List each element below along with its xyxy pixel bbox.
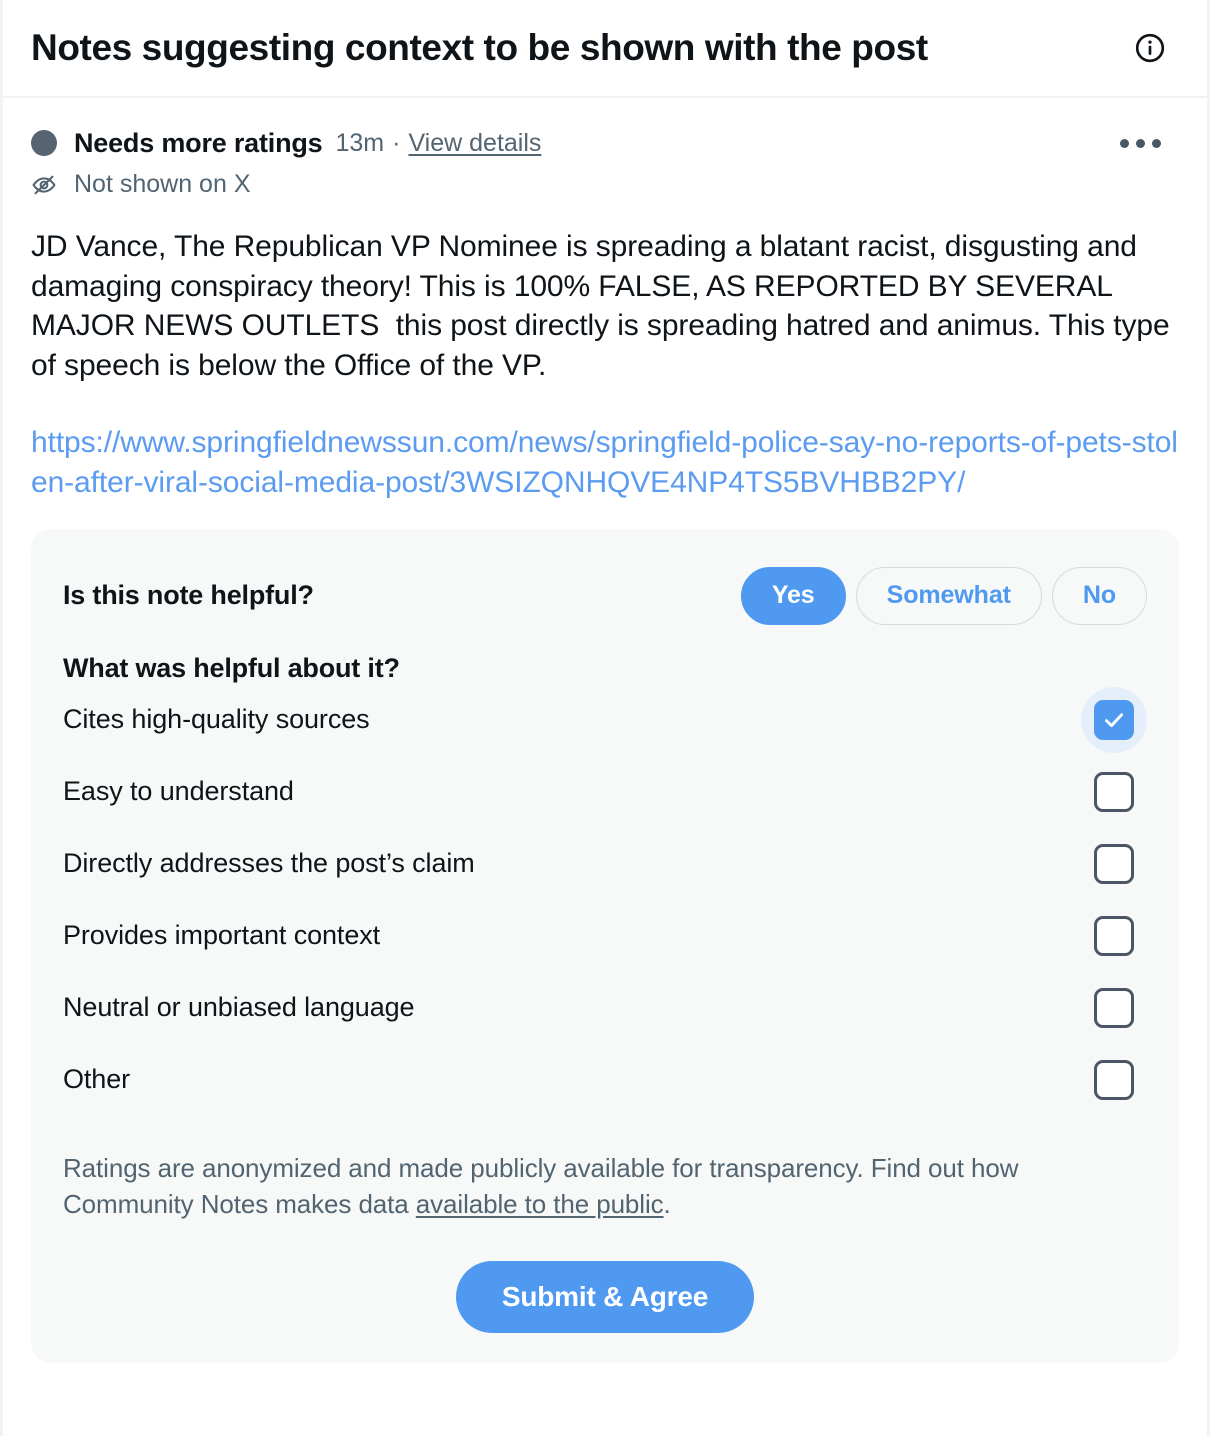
- disclaimer-text-part2: .: [663, 1189, 671, 1220]
- helpful-question-row: Is this note helpful? Yes Somewhat No: [63, 563, 1147, 629]
- reason-label: Other: [63, 1064, 131, 1095]
- status-dot-icon: [31, 130, 57, 156]
- status-badge: Needs more ratings: [74, 127, 323, 158]
- ratings-disclaimer: Ratings are anonymized and made publicly…: [63, 1150, 1147, 1224]
- reason-option-neutral-language[interactable]: Neutral or unbiased language: [63, 972, 1147, 1044]
- ellipsis-dot: [1152, 138, 1161, 148]
- reason-option-important-context[interactable]: Provides important context: [63, 900, 1147, 972]
- ellipsis-icon[interactable]: [1120, 138, 1179, 148]
- note-body-text: JD Vance, The Republican VP Nominee is s…: [31, 230, 1178, 382]
- reason-label: Directly addresses the post’s claim: [63, 848, 475, 879]
- checkbox-unchecked-icon: [1094, 843, 1134, 884]
- view-details-link[interactable]: View details: [408, 129, 541, 158]
- reason-checkbox-wrap[interactable]: [1081, 759, 1147, 825]
- reason-label: Easy to understand: [63, 776, 294, 807]
- checkbox-unchecked-icon: [1094, 987, 1134, 1028]
- helpful-question-label: Is this note helpful?: [63, 580, 314, 611]
- reasons-section-title: What was helpful about it?: [63, 652, 400, 683]
- reason-checkbox-wrap[interactable]: [1081, 686, 1147, 753]
- reason-option-cites-sources[interactable]: Cites high-quality sources: [63, 684, 1147, 756]
- note-source-link[interactable]: https://www.springfieldnewssun.com/news/…: [31, 423, 1179, 502]
- helpfulness-option-no[interactable]: No: [1051, 566, 1147, 625]
- note-status-row: Needs more ratings 13m · View details: [31, 126, 1179, 160]
- note-meta: 13m · View details: [335, 129, 541, 158]
- helpfulness-option-yes[interactable]: Yes: [740, 566, 846, 625]
- ellipsis-dot: [1136, 138, 1145, 148]
- reason-label: Provides important context: [63, 920, 381, 951]
- community-notes-rating-page: Notes suggesting context to be shown wit…: [0, 0, 1210, 1436]
- submit-row: Submit & Agree: [63, 1261, 1147, 1334]
- ellipsis-dot: [1120, 138, 1129, 148]
- public-data-link[interactable]: available to the public: [416, 1189, 664, 1219]
- note-visibility-row: Not shown on X: [31, 170, 1179, 199]
- page-header: Notes suggesting context to be shown wit…: [3, 0, 1207, 98]
- checkbox-checked-icon: [1094, 699, 1134, 740]
- reason-option-addresses-claim[interactable]: Directly addresses the post’s claim: [63, 828, 1147, 900]
- note-timestamp: 13m: [335, 128, 385, 157]
- rating-card: Is this note helpful? Yes Somewhat No Wh…: [31, 528, 1179, 1364]
- eye-slash-icon: [31, 172, 57, 198]
- reason-label: Neutral or unbiased language: [63, 992, 415, 1023]
- reason-checkbox-wrap[interactable]: [1081, 903, 1147, 969]
- meta-separator: ·: [392, 128, 401, 157]
- helpfulness-choice-group: Yes Somewhat No: [740, 566, 1147, 625]
- note-block: Needs more ratings 13m · View details No…: [3, 98, 1207, 503]
- reason-label: Cites high-quality sources: [63, 704, 370, 735]
- checkbox-unchecked-icon: [1094, 915, 1134, 956]
- info-circle-icon[interactable]: [1133, 31, 1167, 65]
- visibility-status-label: Not shown on X: [74, 170, 251, 198]
- reason-option-other[interactable]: Other: [63, 1044, 1147, 1116]
- helpfulness-option-somewhat[interactable]: Somewhat: [855, 566, 1042, 625]
- reason-checkbox-wrap[interactable]: [1081, 831, 1147, 897]
- reason-option-easy-to-understand[interactable]: Easy to understand: [63, 756, 1147, 828]
- checkbox-unchecked-icon: [1094, 771, 1134, 812]
- reason-checkbox-wrap[interactable]: [1081, 1047, 1147, 1113]
- reason-checkbox-wrap[interactable]: [1081, 975, 1147, 1041]
- page-title: Notes suggesting context to be shown wit…: [31, 26, 928, 68]
- checkbox-unchecked-icon: [1094, 1059, 1134, 1100]
- submit-and-agree-button[interactable]: Submit & Agree: [455, 1261, 755, 1334]
